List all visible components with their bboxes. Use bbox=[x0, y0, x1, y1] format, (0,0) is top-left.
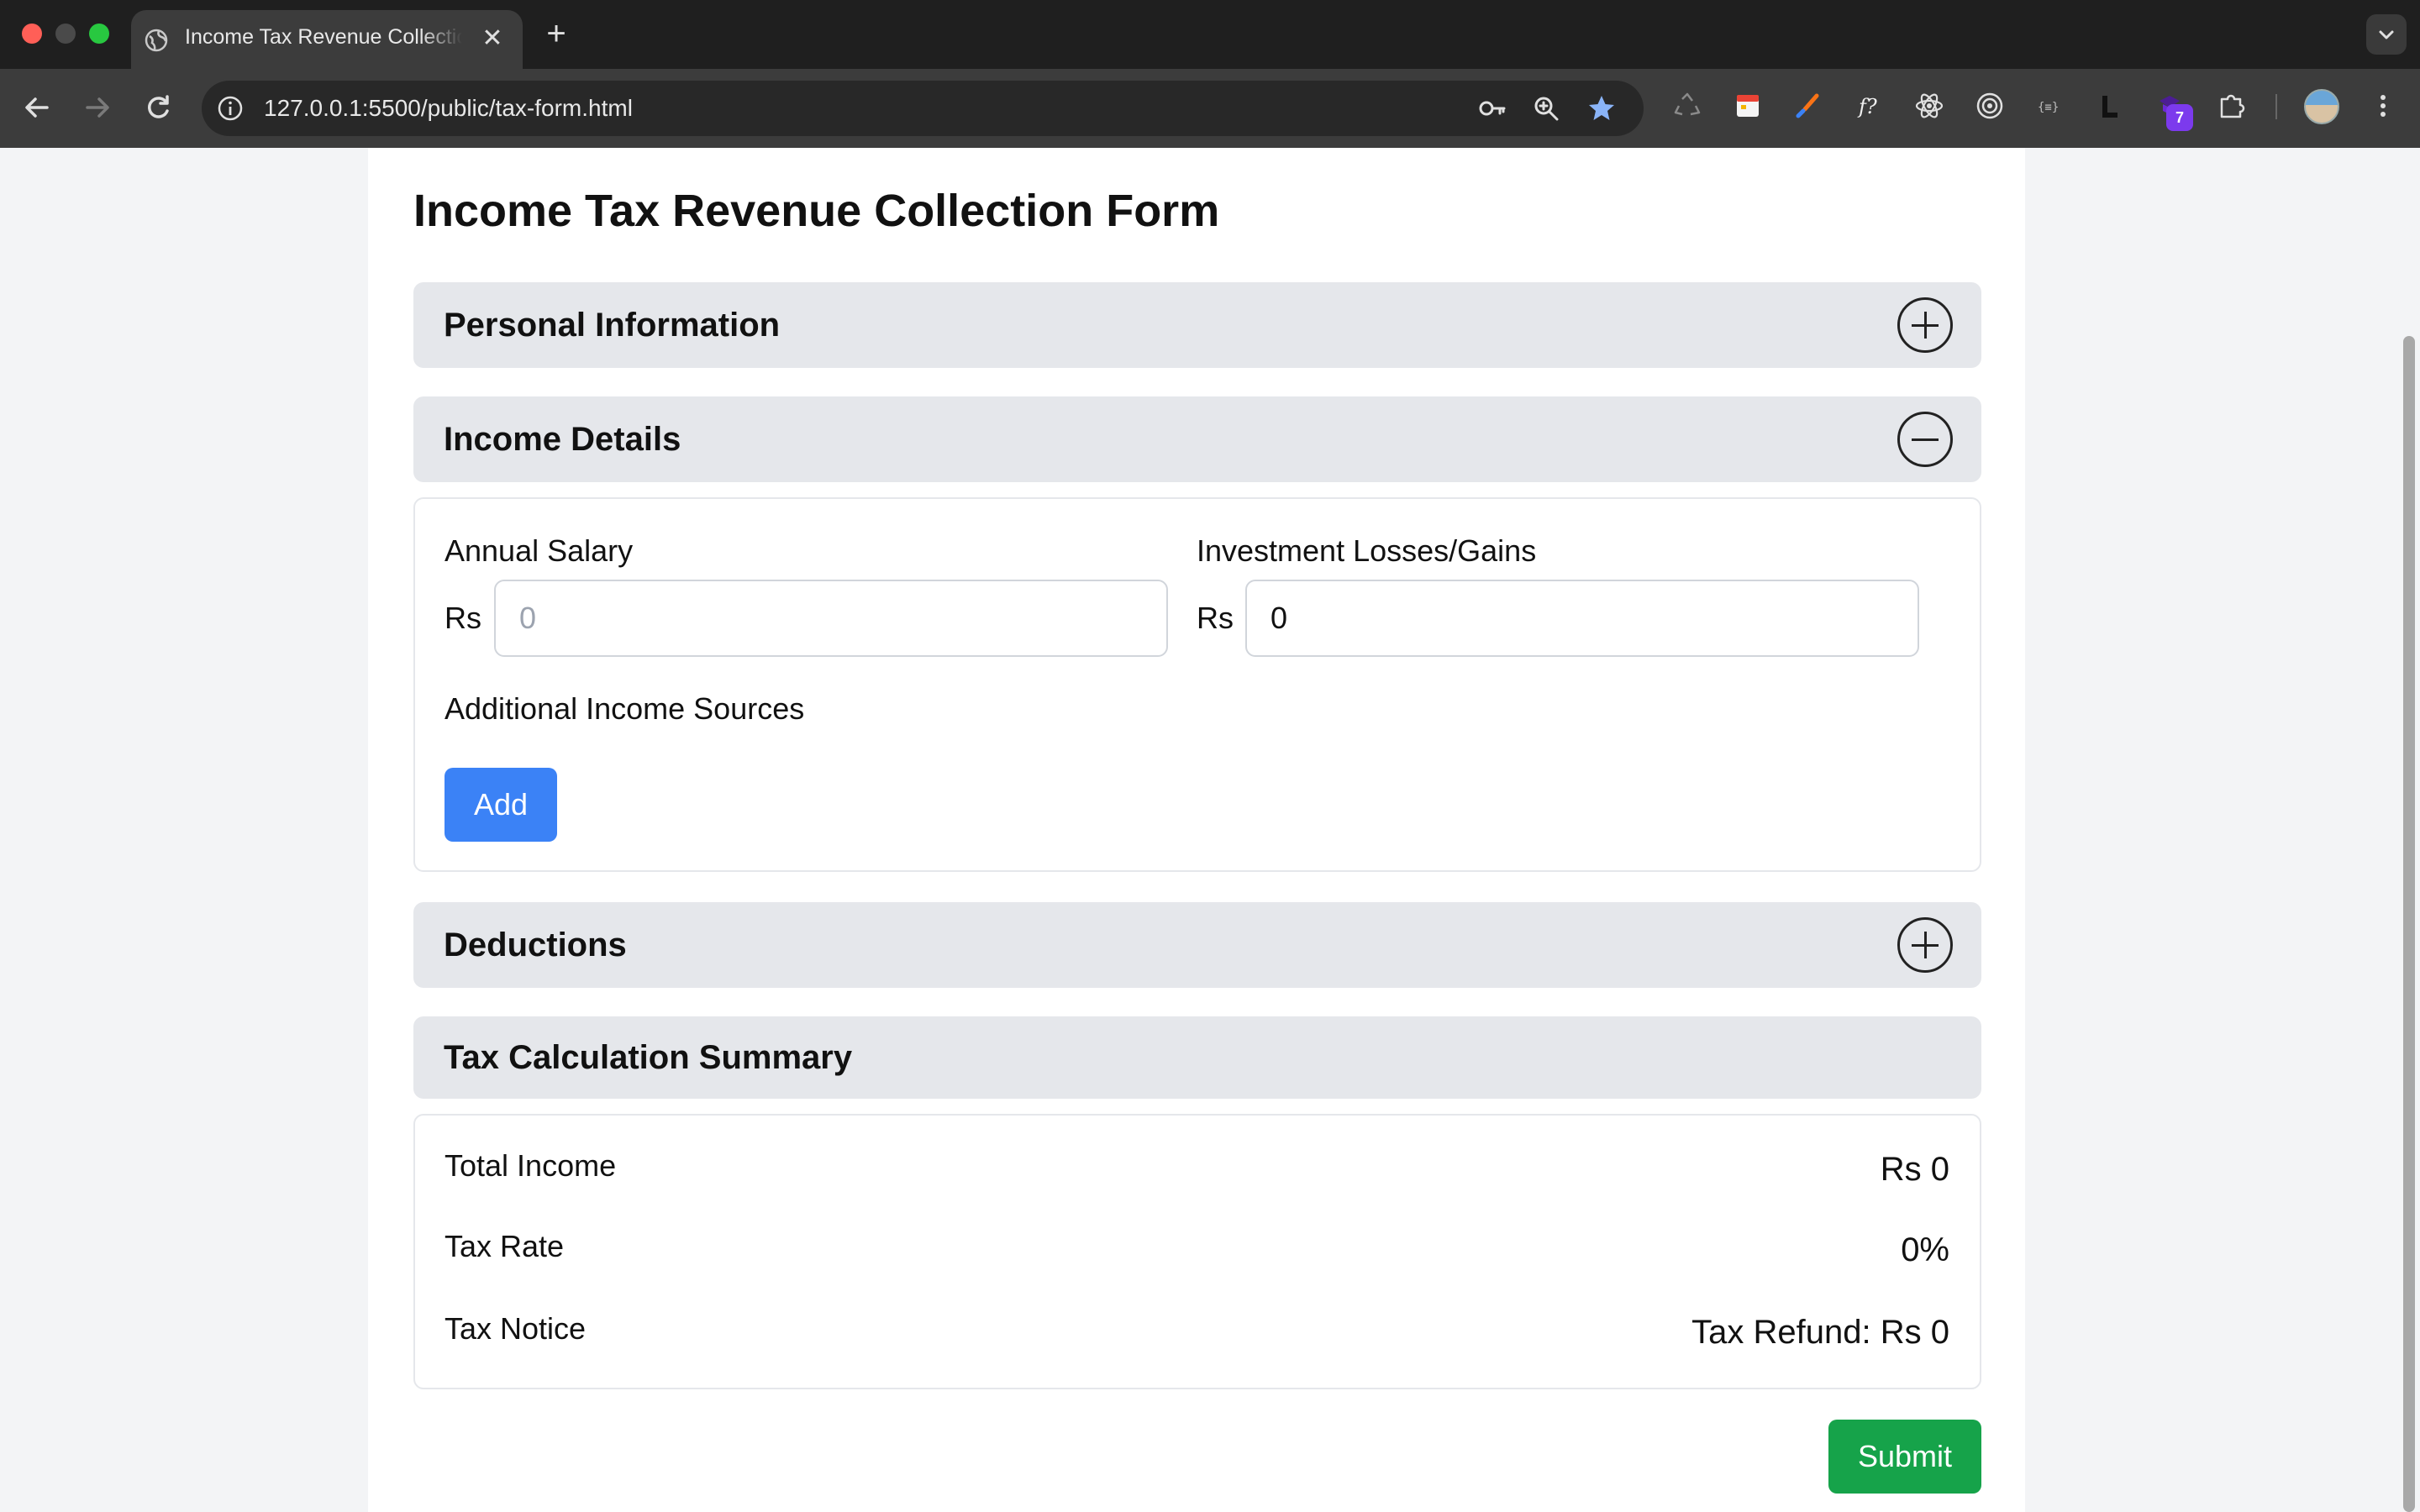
recycle-icon[interactable] bbox=[1670, 89, 1704, 123]
react-icon[interactable] bbox=[1912, 89, 1946, 123]
investment-label: Investment Losses/Gains bbox=[1197, 533, 1537, 568]
collapse-income-button[interactable] bbox=[1897, 412, 1953, 467]
site-info-icon[interactable] bbox=[217, 95, 244, 122]
total-income-value: Rs 0 bbox=[1880, 1151, 1949, 1188]
globe-icon bbox=[145, 29, 168, 52]
section-personal-information[interactable]: Personal Information bbox=[413, 282, 1981, 368]
scrollbar[interactable] bbox=[2393, 148, 2420, 1512]
scrollbar-thumb[interactable] bbox=[2403, 336, 2415, 1512]
svg-text:{≡}: {≡} bbox=[2038, 101, 2059, 114]
submit-button[interactable]: Submit bbox=[1828, 1420, 1981, 1494]
section-title: Tax Calculation Summary bbox=[444, 1039, 853, 1076]
forward-button[interactable] bbox=[79, 89, 116, 126]
annual-salary-currency: Rs bbox=[445, 601, 481, 635]
tab-strip: Income Tax Revenue Collection Form ✕ + bbox=[0, 0, 2420, 69]
arrow-left-icon bbox=[25, 97, 49, 118]
investment-currency: Rs bbox=[1197, 601, 1234, 635]
page-title: Income Tax Revenue Collection Form bbox=[413, 186, 1220, 236]
svg-text:f?: f? bbox=[1857, 95, 1877, 118]
puzzle-icon[interactable] bbox=[2215, 89, 2249, 123]
section-title: Income Details bbox=[444, 421, 681, 458]
tab-title: Income Tax Revenue Collection Form bbox=[185, 25, 462, 49]
total-income-label: Total Income bbox=[445, 1148, 617, 1183]
close-window-button[interactable] bbox=[22, 24, 42, 44]
new-tab-button[interactable]: + bbox=[541, 17, 571, 50]
key-icon[interactable] bbox=[1477, 93, 1507, 123]
json-icon[interactable]: {≡} bbox=[2033, 89, 2067, 123]
section-title: Deductions bbox=[444, 927, 627, 963]
section-title: Personal Information bbox=[444, 307, 781, 344]
browser-tab[interactable]: Income Tax Revenue Collection Form ✕ bbox=[131, 10, 523, 69]
toolbar-separator bbox=[2275, 94, 2277, 119]
url-text[interactable]: 127.0.0.1:5500/public/tax-form.html bbox=[264, 92, 633, 124]
tax-rate-label: Tax Rate bbox=[445, 1229, 565, 1263]
tax-rate-value: 0% bbox=[1901, 1231, 1949, 1268]
address-bar[interactable]: 127.0.0.1:5500/public/tax-form.html bbox=[202, 81, 1644, 136]
bookmark-star-icon[interactable] bbox=[1586, 93, 1617, 123]
add-income-source-button[interactable]: Add bbox=[445, 768, 557, 842]
arrow-right-icon bbox=[86, 97, 109, 118]
brush-icon[interactable] bbox=[1791, 89, 1825, 123]
investment-input[interactable] bbox=[1245, 580, 1919, 657]
reload-button[interactable] bbox=[139, 89, 176, 126]
avatar[interactable] bbox=[2304, 89, 2339, 124]
calendar-icon[interactable] bbox=[1731, 89, 1765, 123]
section-deductions[interactable]: Deductions bbox=[413, 902, 1981, 988]
annual-salary-label: Annual Salary bbox=[445, 533, 634, 568]
tax-notice-value: Tax Refund: Rs 0 bbox=[1691, 1314, 1949, 1351]
maximize-window-button[interactable] bbox=[89, 24, 109, 44]
annual-salary-input[interactable] bbox=[494, 580, 1168, 657]
tab-close-icon[interactable]: ✕ bbox=[479, 25, 506, 52]
font-icon[interactable]: f? bbox=[1852, 89, 1886, 123]
browser-chrome: Income Tax Revenue Collection Form ✕ + 1… bbox=[0, 0, 2420, 148]
expand-deductions-button[interactable] bbox=[1897, 917, 1953, 973]
chevron-down-icon bbox=[2379, 30, 2394, 39]
reload-icon bbox=[148, 95, 169, 118]
l-icon[interactable] bbox=[2094, 89, 2128, 123]
tax-notice-label: Tax Notice bbox=[445, 1311, 587, 1346]
extension-badge: 7 bbox=[2166, 104, 2193, 131]
additional-income-label: Additional Income Sources bbox=[445, 691, 805, 726]
minimize-window-button[interactable] bbox=[55, 24, 76, 44]
tab-search-button[interactable] bbox=[2366, 14, 2407, 55]
more-menu-icon[interactable] bbox=[2366, 89, 2400, 123]
target-icon[interactable] bbox=[1973, 89, 2007, 123]
back-button[interactable] bbox=[18, 89, 55, 126]
section-income-details[interactable]: Income Details bbox=[413, 396, 1981, 482]
zoom-icon[interactable] bbox=[1531, 93, 1561, 123]
expand-personal-button[interactable] bbox=[1897, 297, 1953, 353]
section-tax-summary: Tax Calculation Summary bbox=[413, 1016, 1981, 1099]
